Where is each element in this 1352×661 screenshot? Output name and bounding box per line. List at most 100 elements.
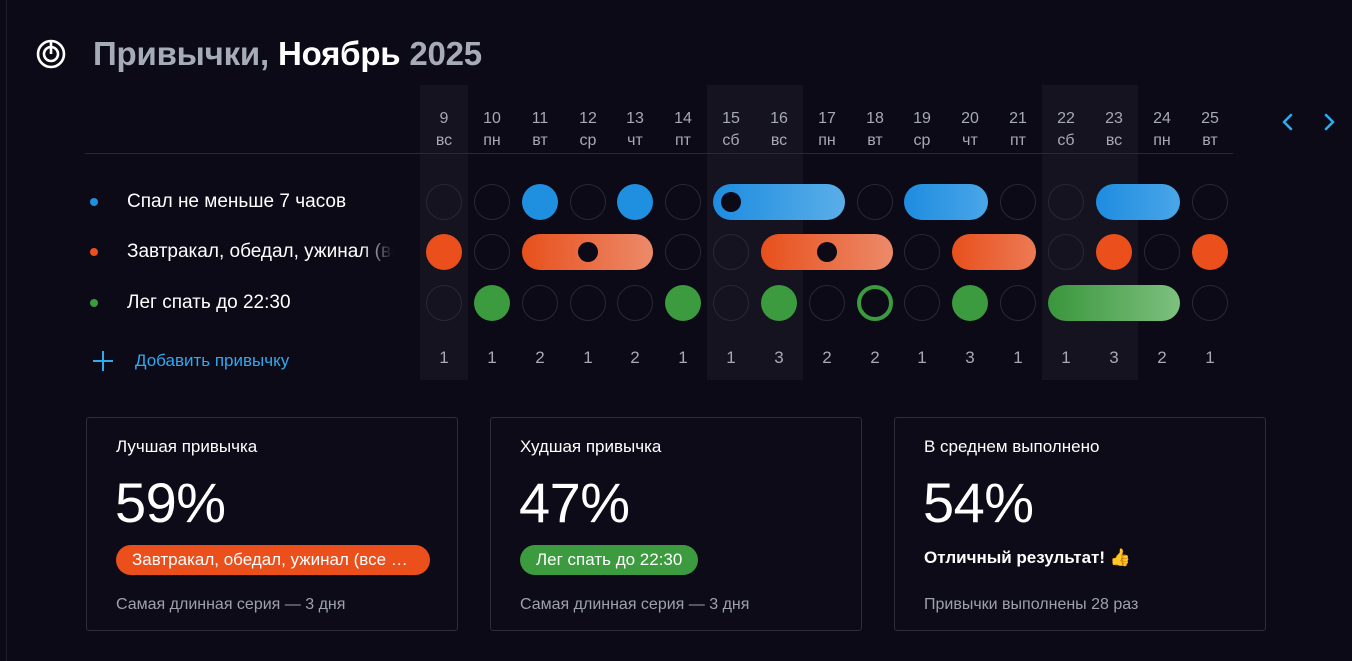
- habit-cell-done[interactable]: [952, 285, 988, 321]
- habit-cell-today[interactable]: [857, 285, 893, 321]
- worst-habit-card: Худшая привычка 47% Лег спать до 22:30 С…: [490, 417, 862, 631]
- habit-cell[interactable]: [522, 285, 558, 321]
- day-header: 22 сб: [1057, 110, 1075, 149]
- habit-color-dot: [90, 198, 98, 206]
- habit-cell-done[interactable]: [474, 285, 510, 321]
- day-header: 10 пн: [483, 110, 501, 149]
- best-habit-card: Лучшая привычка 59% Завтракал, обедал, у…: [86, 417, 458, 631]
- habit-cell[interactable]: [1000, 285, 1036, 321]
- card-streak: Самая длинная серия — 3 дня: [520, 596, 750, 613]
- habit-cell[interactable]: [1000, 184, 1036, 220]
- habit-cell[interactable]: [474, 234, 510, 270]
- day-header: 11 вт: [531, 110, 549, 149]
- habit-cell-done[interactable]: [1096, 234, 1132, 270]
- day-header: 16 вс: [770, 110, 788, 149]
- daily-count: 2: [630, 348, 640, 367]
- daily-count: 1: [1013, 348, 1023, 367]
- day-header: 18 вт: [866, 110, 884, 149]
- card-title: В среднем выполнено: [924, 437, 1100, 456]
- today-marker: [817, 242, 837, 262]
- day-header: 20 чт: [961, 110, 979, 149]
- day-header: 15 сб: [722, 110, 740, 149]
- habit-cell[interactable]: [1192, 285, 1228, 321]
- card-title: Лучшая привычка: [116, 437, 258, 456]
- daily-count: 3: [965, 348, 975, 367]
- habit-streak[interactable]: [1048, 285, 1180, 321]
- habit-badge: Завтракал, обедал, ужинал (все приемы пи…: [116, 545, 430, 575]
- daily-count: 1: [917, 348, 927, 367]
- card-total: Привычки выполнены 28 раз: [924, 596, 1139, 613]
- card-value: 47%: [519, 471, 630, 534]
- daily-count: 1: [678, 348, 688, 367]
- habit-label: Лег спать до 22:30: [127, 292, 291, 313]
- day-header: 24 пн: [1153, 110, 1171, 149]
- habit-cell[interactable]: [1048, 234, 1084, 270]
- daily-count: 1: [1205, 348, 1215, 367]
- habit-cell[interactable]: [1192, 184, 1228, 220]
- habit-grid: 9 вс 10 пн 11 вт 12 ср 13 чт 14 пт 15 сб 16 вс 1…: [0, 0, 1352, 400]
- plus-icon: [92, 350, 114, 372]
- day-header: 17 пн: [818, 110, 836, 149]
- daily-count: 1: [487, 348, 497, 367]
- habit-cell-done[interactable]: [617, 184, 653, 220]
- daily-count: 2: [1157, 348, 1167, 367]
- average-card: В среднем выполнено 54% Отличный результ…: [894, 417, 1266, 631]
- add-habit-label: Добавить привычку: [135, 351, 290, 370]
- habit-label: Завтракал, обедал, ужинал (все приемы пи…: [127, 241, 393, 262]
- habit-streak[interactable]: [952, 234, 1036, 270]
- habit-label: Спал не меньше 7 часов: [127, 191, 347, 212]
- habit-cell[interactable]: [665, 234, 701, 270]
- habit-row-meals[interactable]: Завтракал, обедал, ужинал (все приемы пи…: [90, 237, 393, 267]
- habit-cell[interactable]: [570, 184, 606, 220]
- day-header: 12 ср: [579, 110, 597, 149]
- daily-count: 3: [1109, 348, 1119, 367]
- habit-cell[interactable]: [809, 285, 845, 321]
- habit-cell-done[interactable]: [1192, 234, 1228, 270]
- daily-count: 3: [774, 348, 784, 367]
- today-marker: [721, 192, 741, 212]
- daily-count: 2: [535, 348, 545, 367]
- habit-cell[interactable]: [904, 285, 940, 321]
- habit-cell[interactable]: [570, 285, 606, 321]
- day-header: 21 пт: [1009, 110, 1027, 149]
- habit-streak[interactable]: [1096, 184, 1180, 220]
- day-header: 14 пт: [674, 110, 692, 149]
- habit-cell[interactable]: [665, 184, 701, 220]
- habit-color-dot: [90, 248, 98, 256]
- habit-cell[interactable]: [474, 184, 510, 220]
- card-value: 54%: [923, 471, 1034, 534]
- habit-cell[interactable]: [713, 234, 749, 270]
- habit-cell[interactable]: [617, 285, 653, 321]
- day-header: 23 вс: [1105, 110, 1123, 149]
- habit-row-bedtime[interactable]: Лег спать до 22:30: [90, 288, 393, 318]
- daily-count: 1: [583, 348, 593, 367]
- day-header: 25 вт: [1201, 110, 1219, 149]
- habit-color-dot: [90, 299, 98, 307]
- habit-row-sleep[interactable]: Спал не меньше 7 часов: [90, 187, 393, 217]
- daily-count: 1: [1061, 348, 1071, 367]
- habit-cell[interactable]: [857, 184, 893, 220]
- habit-cell[interactable]: [426, 285, 462, 321]
- header-divider: [85, 153, 1233, 154]
- daily-count: 1: [726, 348, 736, 367]
- daily-count: 2: [822, 348, 832, 367]
- habit-cell-done[interactable]: [522, 184, 558, 220]
- add-habit-button[interactable]: Добавить привычку: [92, 350, 289, 372]
- today-marker: [578, 242, 598, 262]
- habit-cell-done[interactable]: [426, 234, 462, 270]
- daily-count: 1: [439, 348, 449, 367]
- day-header: 9 вс: [435, 110, 453, 149]
- habit-cell[interactable]: [1144, 234, 1180, 270]
- habit-cell[interactable]: [1048, 184, 1084, 220]
- habit-badge: Лег спать до 22:30: [520, 545, 699, 575]
- habit-cell-done[interactable]: [761, 285, 797, 321]
- habit-cell[interactable]: [426, 184, 462, 220]
- card-value: 59%: [115, 471, 226, 534]
- habit-cell[interactable]: [904, 234, 940, 270]
- result-note: Отличный результат! 👍: [924, 548, 1131, 567]
- habit-cell-done[interactable]: [665, 285, 701, 321]
- habit-streak[interactable]: [904, 184, 988, 220]
- card-title: Худшая привычка: [520, 437, 662, 456]
- card-streak: Самая длинная серия — 3 дня: [116, 596, 346, 613]
- habit-cell[interactable]: [713, 285, 749, 321]
